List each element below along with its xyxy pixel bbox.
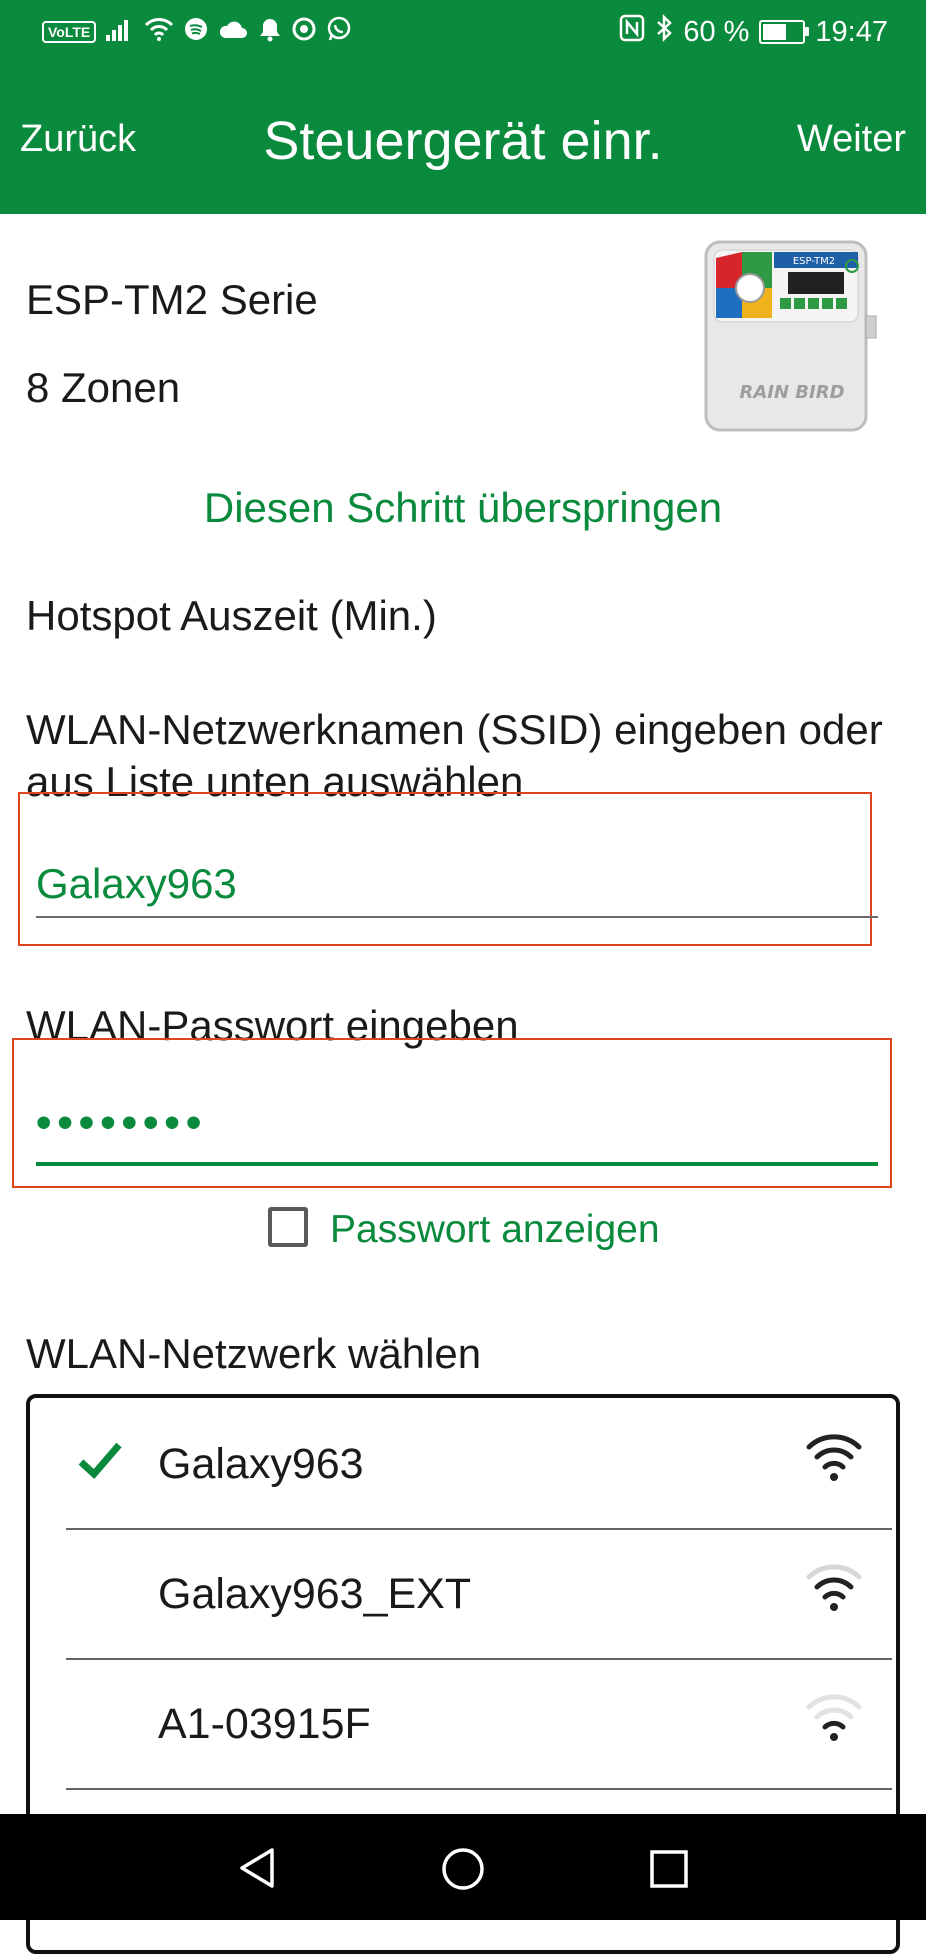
device-brand-text: RAIN BIRD xyxy=(739,382,844,403)
whatsapp-icon xyxy=(326,16,352,47)
spotify-icon xyxy=(184,17,208,46)
network-name: A1-03915F xyxy=(158,1700,371,1748)
chrome-icon xyxy=(292,17,316,46)
alarm-icon xyxy=(258,16,282,47)
hotspot-timeout-label[interactable]: Hotspot Auszeit (Min.) xyxy=(26,592,437,640)
network-section-label: WLAN-Netzwerk wählen xyxy=(26,1330,482,1377)
signal-icon xyxy=(106,17,134,46)
wifi-icon xyxy=(144,17,174,46)
show-password-label[interactable]: Passwort anzeigen xyxy=(330,1208,660,1252)
battery-icon xyxy=(759,20,810,44)
device-model-text: ESP-TM2 xyxy=(793,256,835,267)
app-header: Zurück Steuergerät einr. Weiter xyxy=(0,66,926,214)
network-name: Galaxy963 xyxy=(158,1440,364,1488)
wifi-signal-full-icon xyxy=(806,1430,862,1487)
recents-nav-icon[interactable] xyxy=(648,1848,690,1895)
status-icons-right: 60 % 19:47 xyxy=(619,13,888,50)
check-icon xyxy=(78,1440,122,1485)
wifi-signal-weak-icon xyxy=(806,1690,862,1747)
page-title: Steuergerät einr. xyxy=(263,111,663,171)
battery-percent: 60 % xyxy=(683,15,750,48)
password-underline xyxy=(36,1162,878,1166)
status-icons-left: VoLTE xyxy=(42,16,352,47)
system-nav-bar xyxy=(0,1814,926,1920)
controller-zones: 8 Zonen xyxy=(26,364,181,411)
status-time: 19:47 xyxy=(815,15,888,48)
status-bar: VoLTE 60 % 19:47 xyxy=(0,0,926,66)
back-nav-icon[interactable] xyxy=(236,1846,280,1895)
wifi-signal-medium-icon xyxy=(806,1560,862,1617)
controller-image: ESP-TM2 RAIN BIRD xyxy=(702,238,882,434)
bluetooth-icon xyxy=(655,13,673,50)
skip-step-link[interactable]: Diesen Schritt überspringen xyxy=(0,484,926,532)
list-item[interactable]: A1-03915F xyxy=(66,1660,892,1790)
nfc-icon xyxy=(619,14,645,50)
ssid-input[interactable]: Galaxy963 xyxy=(36,860,237,908)
list-item[interactable]: Galaxy963 xyxy=(66,1400,892,1530)
controller-model: ESP-TM2 Serie xyxy=(26,276,318,323)
next-button[interactable]: Weiter xyxy=(797,118,906,161)
ssid-underline xyxy=(36,916,878,918)
show-password-checkbox[interactable] xyxy=(268,1207,308,1247)
password-input[interactable]: •••••••• xyxy=(36,1098,207,1148)
cloud-icon xyxy=(218,18,248,45)
volte-icon: VoLTE xyxy=(42,20,97,43)
home-nav-icon[interactable] xyxy=(440,1846,486,1897)
list-item[interactable]: Galaxy963_EXT xyxy=(66,1530,892,1660)
network-name: Galaxy963_EXT xyxy=(158,1570,472,1618)
